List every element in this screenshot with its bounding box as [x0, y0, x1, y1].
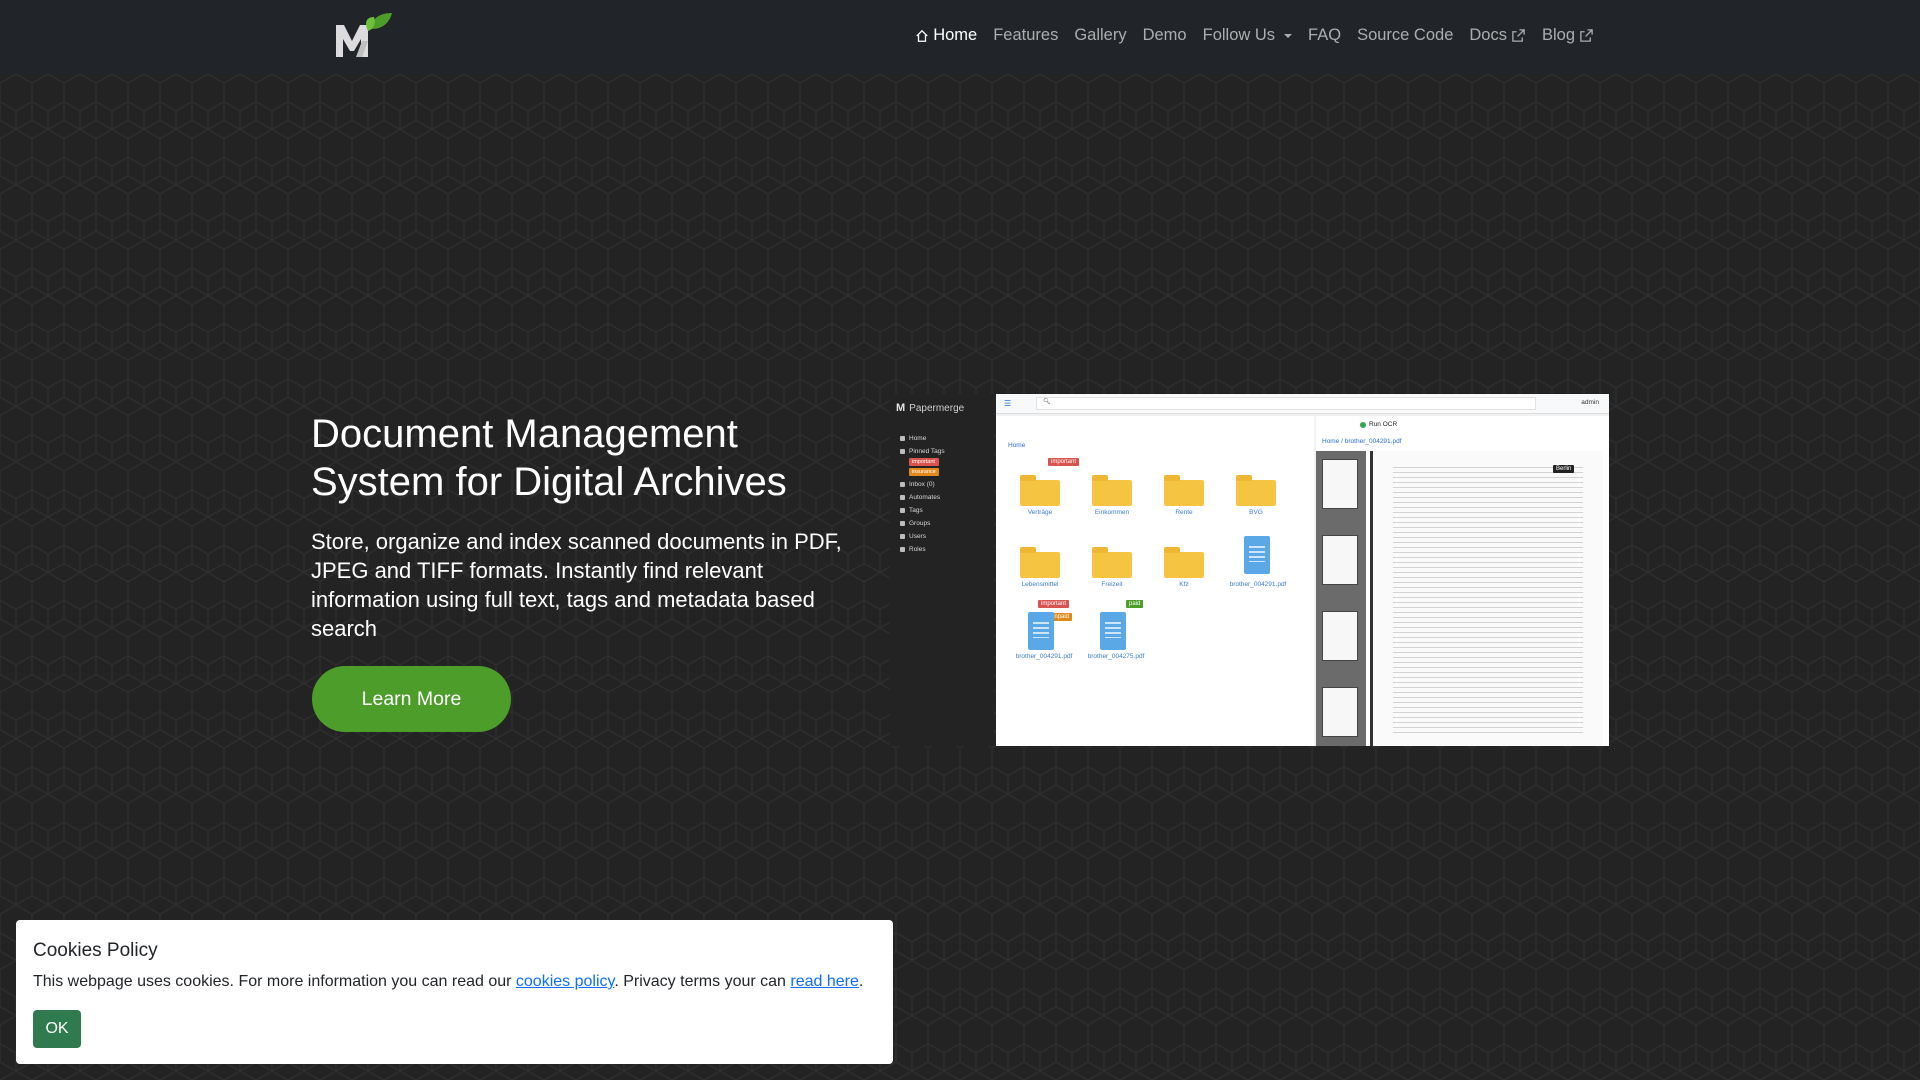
nav-follow-us-label: Follow Us [1202, 26, 1276, 44]
cookies-title: Cookies Policy [33, 940, 158, 961]
folder-icon [1020, 475, 1060, 506]
folder-label: Rente [1175, 509, 1193, 516]
run-ocr-button: Run OCR [1360, 421, 1397, 428]
document-icon [1028, 612, 1054, 650]
screenshot-browser-toolbar [996, 416, 1314, 434]
papermerge-mini-logo: M [896, 402, 906, 414]
papermerge-logo[interactable] [334, 11, 396, 61]
folder-label: Lebensmittel [1021, 581, 1059, 588]
page-thumbnail [1322, 687, 1358, 737]
nav-gallery-label: Gallery [1074, 26, 1127, 44]
screenshot-menu-item: Groups [900, 517, 945, 530]
folder-label: Freizeit [1101, 581, 1123, 588]
document-label: brother_004275.pdf [1087, 653, 1145, 660]
nav-demo-label: Demo [1142, 26, 1187, 44]
folder-label: Verträge [1027, 509, 1053, 516]
screenshot-menu-item: Pinned Tags [900, 445, 945, 458]
page-thumbnail [1322, 535, 1358, 585]
screenshot-menu-item: Roles [900, 543, 945, 556]
cookies-banner: Cookies Policy This webpage uses cookies… [16, 920, 893, 1064]
cookies-text-part: This webpage uses cookies. For more info… [33, 973, 516, 990]
cookies-ok-button[interactable]: OK [33, 1010, 81, 1048]
viewer-breadcrumb-home: Home [1322, 438, 1340, 445]
nav-features-label: Features [993, 26, 1059, 44]
navbar: Home Features Gallery Demo Follow Us FAQ… [0, 0, 1920, 74]
screenshot-menu-item: Home [900, 432, 945, 445]
screenshot-sidebar: M Papermerge Home Pinned Tags important … [890, 394, 994, 746]
nav-follow-us[interactable]: Follow Us [1195, 26, 1300, 45]
screenshot-breadcrumb: Home [1008, 442, 1026, 449]
folder-label: Kfz [1179, 581, 1189, 588]
screenshot-brand-name: Papermerge [909, 402, 965, 414]
folder-label: BVG [1249, 509, 1263, 516]
cookies-text-part: . [858, 973, 864, 990]
folder-icon [1164, 547, 1204, 578]
nav-faq[interactable]: FAQ [1300, 26, 1349, 45]
nav-gallery[interactable]: Gallery [1066, 26, 1134, 45]
page-thumbnails [1316, 451, 1366, 746]
screenshot-badge: important [1048, 458, 1080, 466]
screenshot-viewer-panel: Run OCR Home / brother_004291.pdf Berlin [1316, 416, 1609, 746]
nav-faq-label: FAQ [1308, 26, 1342, 44]
document-label: brother_004291.pdf [1015, 653, 1073, 660]
screenshot-tag-important: important [909, 458, 939, 466]
nav-home[interactable]: Home [907, 26, 985, 45]
home-icon [916, 29, 928, 42]
nav-blog-label: Blog [1541, 26, 1575, 44]
page-thumbnail [1322, 459, 1358, 509]
cookies-text-part: . Privacy terms your can [614, 973, 791, 990]
hero-title: Document Management System for Digital A… [311, 412, 787, 504]
screenshot-badge: important [1038, 600, 1070, 608]
product-screenshot: M Papermerge Home Pinned Tags important … [890, 394, 1609, 746]
nav-links: Home Features Gallery Demo Follow Us FAQ… [907, 26, 1602, 45]
hero-subtitle: Store, organize and index scanned docume… [311, 529, 842, 641]
privacy-terms-link[interactable]: read here [790, 973, 859, 990]
cookies-text: This webpage uses cookies. For more info… [33, 973, 863, 991]
screenshot-menu-item: Users [900, 530, 945, 543]
screenshot-menu: Home Pinned Tags important insurance Inb… [900, 432, 945, 556]
screenshot-browser-panel: Home important Verträge Einkommen Rente … [996, 416, 1314, 746]
screenshot-brand: M Papermerge [896, 402, 964, 414]
nav-source-code[interactable]: Source Code [1349, 26, 1461, 45]
menu-icon: ☰ [1004, 399, 1012, 408]
folder-icon [1092, 475, 1132, 506]
nav-home-label: Home [933, 26, 978, 44]
caret-down-icon [1284, 34, 1293, 38]
screenshot-menu-item: Inbox (0) [900, 478, 945, 491]
document-text-lines [1393, 467, 1583, 737]
nav-blog[interactable]: Blog [1534, 26, 1602, 45]
folder-icon [1092, 547, 1132, 578]
folder-icon [1236, 475, 1276, 506]
document-icon [1244, 536, 1270, 574]
screenshot-search: 🔍︎ [1036, 397, 1536, 410]
nav-demo[interactable]: Demo [1135, 26, 1195, 45]
folder-icon [1164, 475, 1204, 506]
screenshot-app: ☰ 🔍︎ admin Home important Verträge Einko… [996, 394, 1609, 746]
cookies-policy-link[interactable]: cookies policy [516, 973, 614, 990]
screenshot-topbar: ☰ 🔍︎ admin [996, 394, 1609, 414]
external-link-icon [1580, 29, 1593, 42]
viewer-breadcrumb: Home / brother_004291.pdf [1322, 438, 1402, 445]
nav-docs-label: Docs [1469, 26, 1507, 44]
screenshot-admin: admin [1581, 399, 1599, 406]
document-icon [1100, 612, 1126, 650]
page-stamp: Berlin [1553, 465, 1575, 473]
folder-icon [1020, 547, 1060, 578]
viewer-breadcrumb-doc: brother_004291.pdf [1344, 438, 1402, 445]
external-link-icon [1512, 29, 1525, 42]
run-ocr-label: Run OCR [1369, 421, 1398, 428]
ocr-status-icon [1360, 421, 1366, 428]
document-page: Berlin [1370, 451, 1603, 746]
nav-source-code-label: Source Code [1357, 26, 1454, 44]
screenshot-menu-item: Tags [900, 504, 945, 517]
folder-label: Einkommen [1094, 509, 1130, 516]
nav-features[interactable]: Features [985, 26, 1066, 45]
screenshot-badge: paid [1126, 600, 1144, 608]
page-thumbnail [1322, 611, 1358, 661]
screenshot-tag-insurance: insurance [909, 468, 939, 476]
nav-docs[interactable]: Docs [1461, 26, 1534, 45]
document-label: brother_004291.pdf [1229, 581, 1287, 588]
screenshot-menu-item: Automates [900, 491, 945, 504]
learn-more-button[interactable]: Learn More [312, 666, 511, 732]
